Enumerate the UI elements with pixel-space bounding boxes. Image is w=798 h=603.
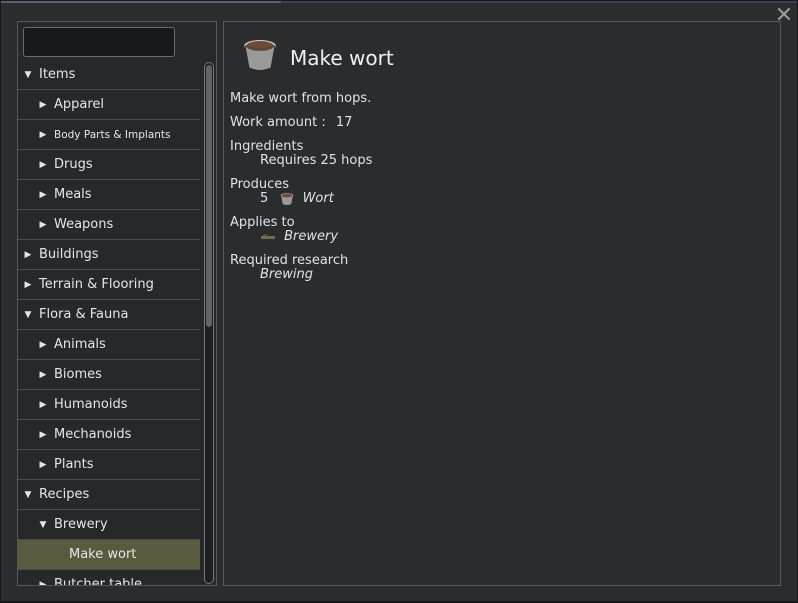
tree-item-label: Meals (54, 187, 92, 202)
triangle-right-icon[interactable]: ▶ (38, 430, 48, 440)
tree-item[interactable]: ▶ Terrain & Flooring (18, 270, 200, 300)
tree-item-label: Items (39, 67, 76, 82)
tree-item[interactable]: ▶ Apparel (18, 90, 200, 120)
triangle-right-icon[interactable]: ▶ (38, 130, 48, 140)
triangle-right-icon[interactable]: ▶ (38, 370, 48, 380)
tree-item-label: Flora & Fauna (39, 307, 129, 322)
produces-heading: Produces (230, 177, 290, 192)
work-amount-label: Work amount : (230, 115, 326, 130)
work-amount-row: Work amount : 17 (230, 115, 352, 130)
wort-bucket-icon (244, 40, 276, 71)
tree-item[interactable]: ▶ Meals (18, 180, 200, 210)
triangle-right-icon[interactable]: ▶ (38, 340, 48, 350)
tree-item[interactable]: ▶ Drugs (18, 150, 200, 180)
tree-item[interactable]: ▶ Weapons (18, 210, 200, 240)
window-top-accent (1, 1, 281, 3)
applies-item-link[interactable]: Brewery (284, 229, 338, 244)
tree-item-label: Terrain & Flooring (39, 277, 154, 292)
triangle-right-icon[interactable]: ▶ (23, 280, 33, 290)
tree-item[interactable]: Make wort (18, 540, 200, 570)
tree-panel: ▼ Items ▶ Apparel ▶ Body Parts & Implants ▶ Dru… (17, 21, 217, 586)
triangle-right-icon[interactable]: ▶ (38, 190, 48, 200)
research-heading: Required research (230, 253, 349, 268)
tree-item[interactable]: ▼ Flora & Fauna (18, 300, 200, 330)
triangle-down-icon[interactable]: ▼ (38, 520, 48, 530)
work-amount-value: 17 (335, 115, 353, 130)
tree-item[interactable]: ▶ Body Parts & Implants (18, 120, 200, 150)
produces-row: 5 Wort (260, 191, 334, 206)
ingredients-value: Requires 25 hops (260, 153, 373, 168)
tree-item[interactable]: ▶ Biomes (18, 360, 200, 390)
tree-item-label: Humanoids (54, 397, 128, 412)
tree-scrollbar[interactable] (204, 62, 214, 584)
tree-item-label: Plants (54, 457, 94, 472)
tree-item[interactable]: ▼ Recipes (18, 480, 200, 510)
triangle-right-icon[interactable]: ▶ (38, 580, 48, 586)
tree-item-label: Drugs (54, 157, 93, 172)
tree-item-label: Mechanoids (54, 427, 132, 442)
tree-item-label: Animals (54, 337, 106, 352)
search-input[interactable] (23, 27, 175, 57)
tree-item[interactable]: ▼ Brewery (18, 510, 200, 540)
tree-item[interactable]: ▶ Mechanoids (18, 420, 200, 450)
tree-item-label: Apparel (54, 97, 105, 112)
triangle-down-icon[interactable]: ▼ (23, 490, 33, 500)
produces-count: 5 (260, 191, 269, 206)
tree-item[interactable]: ▶ Animals (18, 330, 200, 360)
triangle-right-icon[interactable]: ▶ (38, 160, 48, 170)
tree-item-label: Buildings (39, 247, 99, 262)
triangle-right-icon[interactable]: ▶ (38, 400, 48, 410)
tree-item[interactable]: ▶ Plants (18, 450, 200, 480)
applies-row: Brewery (260, 229, 338, 244)
dialog-window: ✕ ▼ Items ▶ Apparel ▶ Body Parts & Implants ▶ D… (1, 1, 797, 601)
tree-item[interactable]: ▶ Butcher table (18, 570, 200, 586)
brewery-icon (261, 233, 275, 239)
scrollbar-thumb[interactable] (206, 65, 212, 327)
tree-item-label: Butcher table (54, 577, 143, 586)
triangle-down-icon[interactable]: ▼ (23, 310, 33, 320)
wort-item-icon (281, 192, 294, 205)
triangle-right-icon[interactable]: ▶ (23, 250, 33, 260)
page-title: Make wort (290, 46, 394, 70)
tree-item-label: Brewery (54, 517, 108, 532)
tree-item[interactable]: ▼ Items (18, 60, 200, 90)
tree-item-label: Body Parts & Implants (54, 128, 171, 141)
description-text: Make wort from hops. (230, 91, 372, 106)
triangle-down-icon[interactable]: ▼ (23, 70, 33, 80)
applies-heading: Applies to (230, 215, 295, 230)
tree-item-label: Recipes (39, 487, 90, 502)
triangle-right-icon[interactable]: ▶ (38, 460, 48, 470)
research-item-link[interactable]: Brewing (260, 267, 313, 282)
tree-item[interactable]: ▶ Humanoids (18, 390, 200, 420)
tree-item-label: Biomes (54, 367, 102, 382)
triangle-right-icon[interactable]: ▶ (38, 100, 48, 110)
ingredients-heading: Ingredients (230, 139, 304, 154)
detail-panel: Make wort Make wort from hops. Work amou… (223, 21, 781, 586)
category-tree: ▼ Items ▶ Apparel ▶ Body Parts & Implants ▶ Dru… (18, 60, 200, 586)
produces-item-link[interactable]: Wort (303, 191, 334, 206)
tree-item-label: Weapons (54, 217, 114, 232)
tree-item-label: Make wort (69, 547, 137, 562)
triangle-right-icon[interactable]: ▶ (38, 220, 48, 230)
tree-item[interactable]: ▶ Buildings (18, 240, 200, 270)
